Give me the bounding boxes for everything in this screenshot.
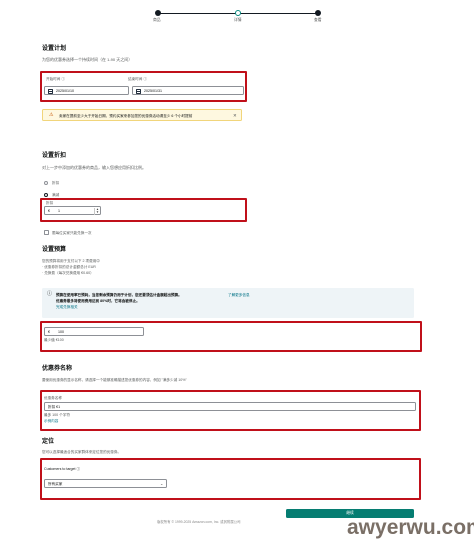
highlight-box	[40, 71, 247, 102]
close-icon[interactable]: ✕	[233, 113, 237, 118]
highlight-box	[40, 198, 247, 222]
schedule-title: 设置计划	[42, 46, 67, 52]
step-dot-2	[235, 10, 241, 16]
discount-title: 设置折扣	[42, 153, 67, 159]
targeting-desc: 您可以选择最适合的买家群体来定位您的优惠券。	[42, 450, 122, 454]
budget-desc-1: 您的预算将用于支付以下 2 项费用中	[42, 259, 100, 263]
warning-icon: ⚠	[49, 111, 54, 118]
step-label-1: 商品	[153, 18, 161, 22]
coupon-name-desc: 要使用优惠券的显示名称，请选择一个能够准确描述您优惠券的内容，例如 "满多少减 …	[42, 378, 187, 382]
highlight-box	[40, 321, 422, 352]
radio-amount[interactable]	[44, 193, 48, 197]
budget-desc-2: · 优惠券折扣的总计金额总计 EUR	[42, 265, 96, 269]
schedule-subtitle: 为您的优惠券选择一个持续时间（在 1-90 天之间）	[42, 57, 133, 62]
copyright-text: 版权所有 © 1999-2025 Amazon.com, Inc. 或其附属公司	[157, 520, 241, 524]
info-icon: ⓘ	[47, 291, 53, 297]
radio-percent-label: 折扣	[52, 181, 60, 185]
warning-banner: ⚠ 卖家在提前至少大于开始日期，预约买家来参加您的优惠券活动请至少 6 个小时提…	[42, 109, 242, 121]
budget-info-banner: ⓘ 预算在使用率已预耗，当您剩余预算仍用于计划，您还要须估计金额超出预算。 了解…	[42, 288, 414, 318]
step-dot-1	[155, 10, 161, 16]
budget-desc-3: · 兑换费（每次兑换费用 €0.60）	[42, 271, 94, 275]
step-dot-3	[315, 10, 321, 16]
watermark: awyerwu.com	[347, 516, 474, 539]
budget-info-line2: 优惠券最多将使用费用达到 80%时，它将会被停止。	[56, 299, 140, 303]
learn-more-link[interactable]: 了解更多信息	[228, 293, 250, 297]
coupon-name-title: 优惠券名称	[42, 366, 73, 372]
budget-info-link2[interactable]: 完成兑换相关	[56, 305, 78, 309]
targeting-title: 定位	[42, 439, 55, 445]
radio-percent[interactable]	[44, 181, 48, 185]
budget-title: 设置预算	[42, 247, 67, 253]
highlight-box	[40, 390, 421, 431]
radio-amount-label: 满减	[52, 193, 60, 197]
discount-subtitle: 对上一步中添加的优惠券的商品，输入您想应用折扣比例。	[42, 165, 146, 170]
budget-info-text: 预算在使用率已预耗，当您剩余预算仍用于计划，您还要须估计金额超出预算。	[56, 292, 182, 297]
step-label-3: 查看	[314, 18, 322, 22]
once-per-customer-checkbox[interactable]	[44, 230, 49, 235]
warning-text: 卖家在提前至少大于开始日期，预约买家来参加您的优惠券活动请至少 6 个小时提前	[59, 113, 193, 118]
step-label-2: 详情	[234, 18, 242, 22]
highlight-box	[40, 458, 421, 500]
once-per-customer-label: 限每位买家只能兑换一次	[52, 230, 92, 235]
